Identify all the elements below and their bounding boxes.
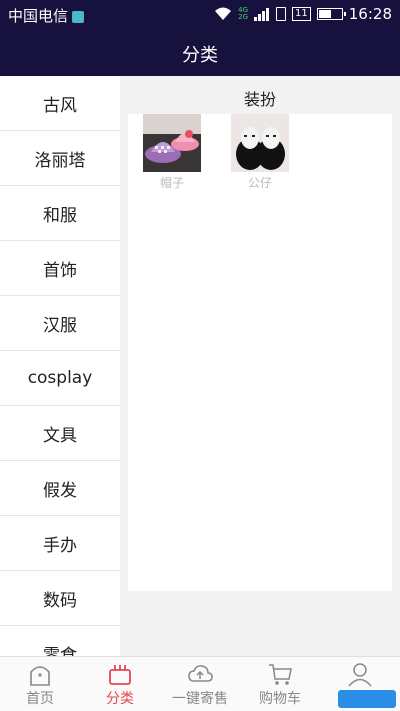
product-label: 公仔 (247, 176, 272, 190)
sidebar-item-label: 手办 (43, 535, 77, 556)
product-grid: 帽子 公仔 (128, 114, 392, 591)
sidebar-item-label: 数码 (43, 590, 77, 611)
watermark-logo (338, 690, 396, 708)
section-title: 装扮 (243, 90, 276, 109)
sidebar-item-label: 零食 (43, 645, 77, 657)
category-bag-icon (109, 665, 131, 685)
status-bar: 中国电信 4G 2G 11 16:28 (0, 0, 400, 28)
sidebar-item-lolita[interactable]: 洛丽塔 (0, 131, 120, 186)
product-item-doll[interactable]: 公仔 (231, 114, 289, 191)
product-item-hat[interactable]: 帽子 (143, 114, 201, 191)
sidebar-item-label: 汉服 (43, 315, 77, 336)
sidebar-item-label: cosplay (27, 368, 93, 388)
sim-card-icon (276, 7, 287, 21)
tab-label: 购物车 (259, 691, 301, 707)
hat-image (143, 114, 201, 172)
battery-percent: 11 (292, 7, 311, 21)
status-icons: 4G 2G 11 16:28 (214, 5, 392, 23)
app-header: 分类 (0, 28, 400, 76)
battery-icon (316, 8, 346, 20)
sidebar-item-wig[interactable]: 假发 (0, 461, 120, 516)
tab-category[interactable]: 分类 (80, 657, 160, 711)
sidebar-item-gufeng[interactable]: 古风 (0, 76, 120, 131)
sidebar-item-label: 和服 (43, 205, 77, 226)
sidebar-item-figure[interactable]: 手办 (0, 516, 120, 571)
sidebar-item-kimono[interactable]: 和服 (0, 186, 120, 241)
home-icon (30, 666, 50, 686)
sidebar-item-label: 假发 (43, 480, 77, 501)
product-label: 帽子 (159, 176, 184, 190)
tab-label: 首页 (26, 691, 54, 707)
page-title: 分类 (182, 45, 218, 66)
sidebar-item-label: 首饰 (43, 260, 77, 281)
sidebar-item-digital[interactable]: 数码 (0, 571, 120, 626)
carrier-name: 中国电信 (8, 7, 69, 25)
network-type: 4G 2G (238, 7, 248, 21)
tab-label: 一键寄售 (172, 691, 228, 707)
sidebar-item-label: 文具 (43, 425, 77, 446)
wifi-icon (215, 7, 232, 20)
carrier-label: 中国电信 (8, 5, 85, 26)
cart-icon (269, 664, 292, 685)
category-sidebar[interactable]: 古风 洛丽塔 和服 首饰 汉服 cosplay 文具 假发 手办 数码 零食 (0, 76, 120, 656)
tab-home[interactable]: 首页 (0, 657, 80, 711)
sim-badge-icon (72, 10, 85, 23)
sidebar-item-stationery[interactable]: 文具 (0, 406, 120, 461)
cloud-upload-icon (188, 665, 213, 682)
user-icon (348, 663, 372, 687)
tab-label: 分类 (106, 691, 134, 707)
category-content: 装扮 帽子 公仔 (120, 76, 400, 656)
tab-cart[interactable]: 购物车 (240, 657, 320, 711)
sidebar-item-jewelry[interactable]: 首饰 (0, 241, 120, 296)
sidebar-item-label: 古风 (43, 95, 77, 116)
sidebar-item-snacks[interactable]: 零食 (0, 626, 120, 657)
doll-image (231, 114, 289, 172)
tab-consign[interactable]: 一键寄售 (160, 657, 240, 711)
signal-icon (254, 7, 270, 21)
clock: 16:28 (348, 5, 392, 23)
sidebar-item-label: 洛丽塔 (34, 150, 86, 171)
network-type-bottom: 2G (238, 13, 249, 21)
sidebar-item-cosplay[interactable]: cosplay (0, 351, 120, 406)
sidebar-item-hanfu[interactable]: 汉服 (0, 296, 120, 351)
